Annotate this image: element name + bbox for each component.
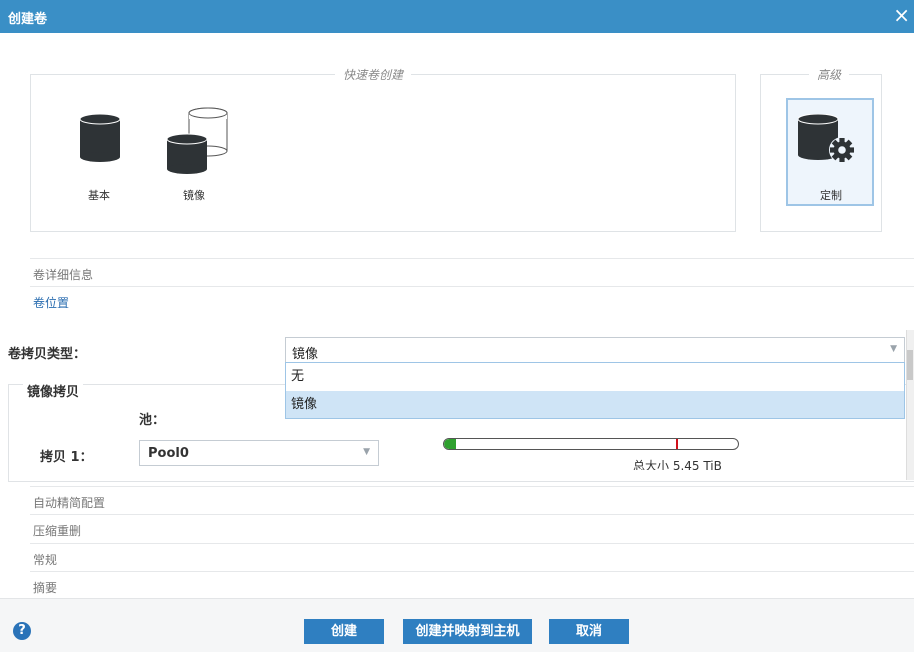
divider bbox=[30, 543, 914, 544]
scrollbar-thumb[interactable] bbox=[907, 350, 913, 380]
pool-column-header: 池： bbox=[139, 413, 166, 428]
copy-type-select[interactable]: 镜像 ▼ bbox=[285, 337, 905, 363]
copy-type-dropdown-list: 无 镜像 bbox=[285, 362, 905, 419]
divider bbox=[30, 286, 914, 287]
chevron-down-icon: ▼ bbox=[890, 344, 897, 354]
disk-gear-icon bbox=[798, 114, 855, 163]
help-icon[interactable]: ? bbox=[13, 622, 31, 640]
section-volume-details[interactable]: 卷详细信息 bbox=[33, 266, 93, 283]
chevron-down-icon: ▼ bbox=[363, 447, 370, 457]
capacity-total-text: 总大小 5.45 TiB bbox=[633, 459, 722, 470]
pool-value: Pool0 bbox=[148, 446, 189, 461]
dialog-title-bar bbox=[0, 0, 914, 33]
create-button[interactable]: 创建 bbox=[304, 619, 384, 644]
section-volume-location[interactable]: 卷位置 bbox=[33, 294, 69, 311]
divider bbox=[30, 258, 914, 259]
mirrored-disks-icon[interactable] bbox=[167, 107, 231, 175]
quick-create-legend: 快速卷创建 bbox=[343, 68, 404, 82]
close-icon[interactable]: × bbox=[893, 3, 910, 27]
create-and-map-button[interactable]: 创建并映射到主机 bbox=[403, 619, 532, 644]
pool-select[interactable]: Pool0 ▼ bbox=[139, 440, 379, 466]
dropdown-option-none[interactable]: 无 bbox=[286, 363, 904, 390]
section-dedup[interactable]: 压缩重删 bbox=[33, 522, 81, 539]
section-general[interactable]: 常规 bbox=[33, 551, 57, 568]
divider bbox=[30, 514, 914, 515]
cancel-button[interactable]: 取消 bbox=[549, 619, 629, 644]
dropdown-option-mirror[interactable]: 镜像 bbox=[286, 391, 904, 418]
capacity-used-fill bbox=[444, 439, 456, 449]
capacity-bar bbox=[443, 438, 739, 450]
advanced-legend: 高级 bbox=[817, 68, 842, 82]
option-custom-label[interactable]: 定制 bbox=[820, 187, 842, 203]
section-summary[interactable]: 摘要 bbox=[33, 579, 57, 596]
copy-type-label: 卷拷贝类型： bbox=[8, 347, 87, 362]
copy1-label: 拷贝 1： bbox=[40, 450, 93, 465]
copy-type-value: 镜像 bbox=[292, 347, 319, 362]
quick-create-group: 快速卷创建 bbox=[30, 66, 736, 232]
divider bbox=[30, 571, 914, 572]
dialog-title: 创建卷 bbox=[8, 12, 48, 27]
option-mirror-label[interactable]: 镜像 bbox=[183, 187, 205, 203]
divider bbox=[30, 486, 914, 487]
section-thin-provisioning[interactable]: 自动精简配置 bbox=[33, 494, 105, 511]
capacity-marker bbox=[676, 439, 678, 449]
single-disk-icon[interactable] bbox=[80, 114, 120, 162]
mirror-copy-title: 镜像拷贝 bbox=[23, 381, 84, 400]
option-basic-label[interactable]: 基本 bbox=[88, 187, 110, 203]
